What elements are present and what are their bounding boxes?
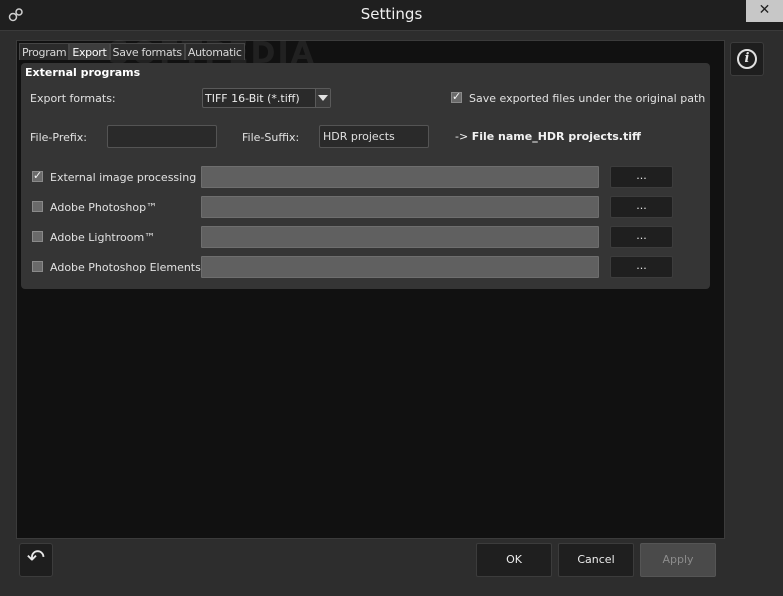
file-prefix-input[interactable]	[107, 125, 217, 148]
result-arrow: ->	[455, 130, 472, 143]
save-original-path-label: Save exported files under the original p…	[469, 92, 706, 105]
group-title: External programs	[25, 66, 141, 79]
export-format-value: TIFF 16-Bit (*.tiff)	[205, 92, 300, 105]
external-programs-group: External programs Export formats: TIFF 1…	[21, 63, 710, 289]
photoshop-elements-path[interactable]	[201, 256, 599, 278]
info-icon: i	[737, 49, 757, 69]
photoshop-elements-checkbox[interactable]	[32, 261, 43, 272]
tab-program[interactable]: Program	[19, 43, 70, 60]
apply-button[interactable]: Apply	[640, 543, 716, 577]
close-button[interactable]: ✕	[746, 0, 783, 22]
tab-save-formats[interactable]: Save formats	[109, 43, 185, 60]
cancel-button[interactable]: Cancel	[558, 543, 634, 577]
lightroom-path[interactable]	[201, 226, 599, 248]
photoshop-label: Adobe Photoshop™	[50, 201, 158, 214]
result-filename: File name_HDR projects.tiff	[471, 130, 641, 143]
tab-automatic[interactable]: Automatic	[184, 43, 245, 60]
tab-bar: Program Export Save formats Automatic	[19, 43, 245, 61]
resulting-filename: -> File name_HDR projects.tiff	[455, 130, 641, 143]
photoshop-checkbox[interactable]	[32, 201, 43, 212]
lightroom-browse-button[interactable]: ...	[610, 226, 673, 248]
title-bar: Settings ✕	[0, 0, 783, 30]
checkmark-icon: ✓	[452, 90, 462, 103]
chevron-down-icon[interactable]	[315, 89, 330, 107]
ok-button[interactable]: OK	[476, 543, 552, 577]
file-suffix-label: File-Suffix:	[242, 131, 300, 144]
photoshop-path[interactable]	[201, 196, 599, 218]
tab-export[interactable]: Export	[69, 43, 110, 60]
external-image-processing-browse-button[interactable]: ...	[610, 166, 673, 188]
external-image-processing-checkbox[interactable]: ✓	[32, 169, 43, 182]
export-formats-label: Export formats:	[30, 92, 116, 105]
window-title: Settings	[360, 5, 423, 23]
file-prefix-label: File-Prefix:	[30, 131, 88, 144]
lightroom-checkbox[interactable]	[32, 231, 43, 242]
undo-icon[interactable]: ↶	[19, 543, 53, 577]
export-format-select[interactable]: TIFF 16-Bit (*.tiff)	[202, 88, 331, 108]
external-image-processing-label: External image processing	[50, 171, 197, 184]
save-original-path-checkbox[interactable]: ✓	[451, 90, 462, 103]
file-suffix-input[interactable]	[319, 125, 429, 148]
photoshop-elements-label: Adobe Photoshop Elements™	[50, 261, 212, 274]
photoshop-browse-button[interactable]: ...	[610, 196, 673, 218]
checkmark-icon: ✓	[33, 169, 43, 182]
lightroom-label: Adobe Lightroom™	[50, 231, 156, 244]
info-button[interactable]: i	[730, 42, 764, 76]
external-image-processing-path[interactable]	[201, 166, 599, 188]
photoshop-elements-browse-button[interactable]: ...	[610, 256, 673, 278]
